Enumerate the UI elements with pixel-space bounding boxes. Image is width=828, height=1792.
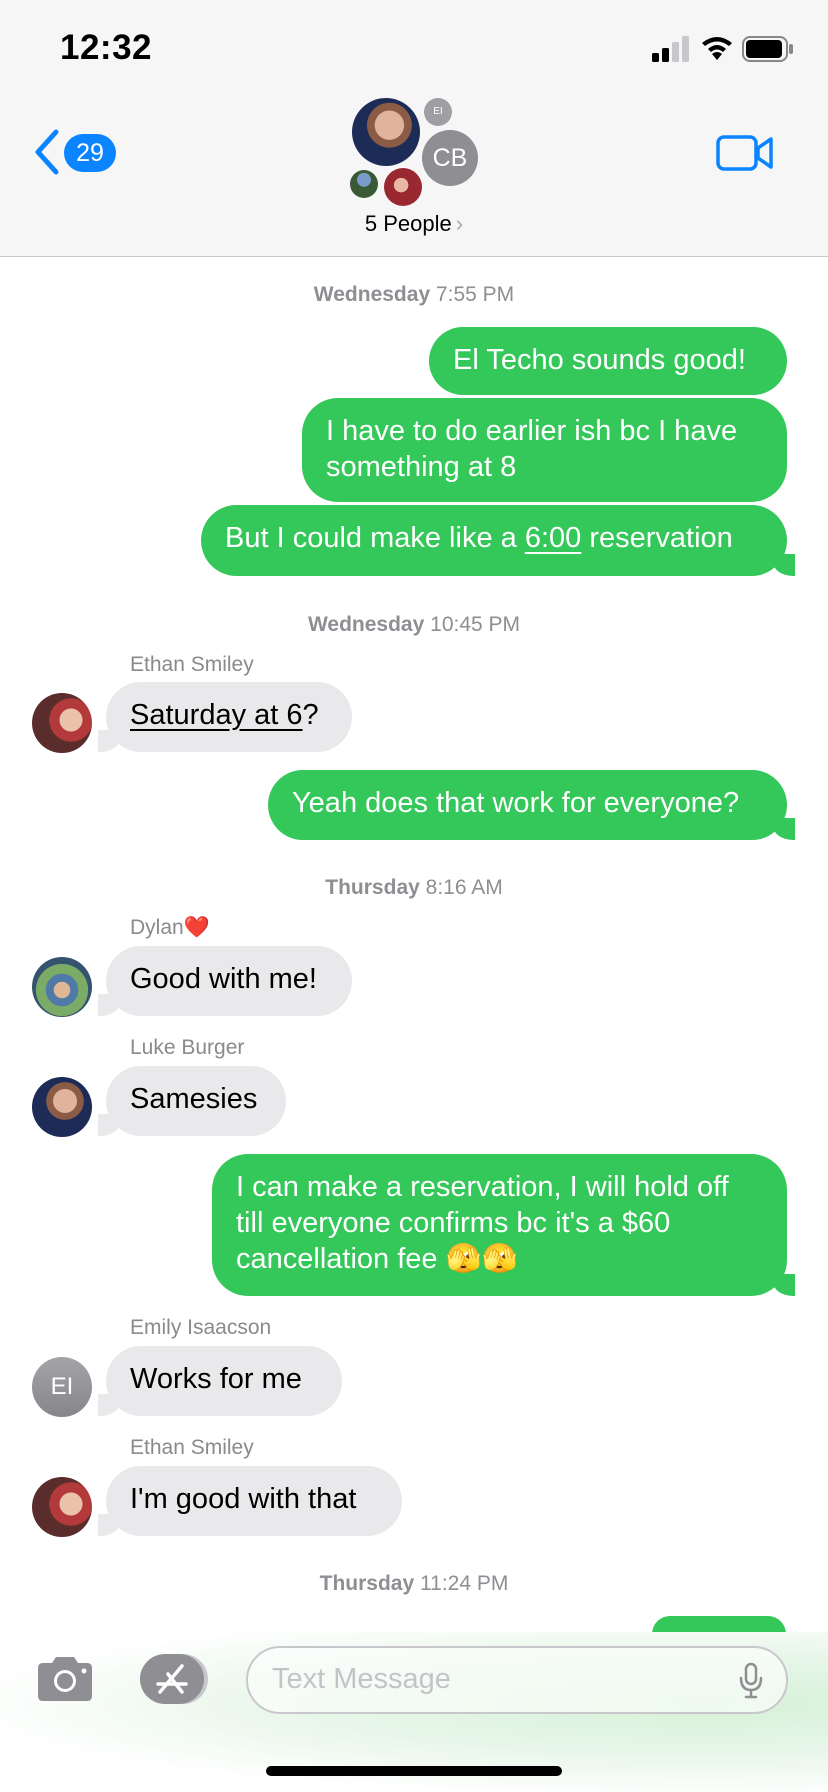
timestamp: Wednesday 10:45 PM xyxy=(307,613,521,636)
heart-emoji: ❤️ xyxy=(183,916,210,939)
video-call-icon[interactable] xyxy=(716,134,774,172)
sender-name: Ethan Smiley xyxy=(130,653,254,676)
group-name-label: 5 People xyxy=(364,211,452,236)
timestamp: Thursday 8:16 AM xyxy=(325,876,503,899)
bubble-tail xyxy=(98,1394,120,1416)
group-avatar-cb[interactable]: CB xyxy=(422,130,478,186)
timestamp: Thursday 11:24 PM xyxy=(319,1572,509,1595)
bubble-tail xyxy=(98,1514,120,1536)
message-text-line: I have to do earlier ish bc I have xyxy=(326,415,738,447)
avatar-luke-burger[interactable] xyxy=(32,1077,92,1137)
avatar-dylan[interactable] xyxy=(32,957,92,1017)
group-avatar-ei[interactable]: EI xyxy=(424,98,452,126)
group-avatar-small-1[interactable] xyxy=(350,170,378,198)
outgoing-message[interactable]: I can make a reservation, I will hold of… xyxy=(212,1154,795,1296)
message-text: El Techo sounds good! xyxy=(453,344,746,376)
message-text: reservation xyxy=(581,522,733,554)
incoming-message[interactable]: Works for me xyxy=(98,1346,342,1416)
message-text-line: something at 8 xyxy=(326,451,517,483)
group-avatar-small-2[interactable] xyxy=(384,168,422,206)
sender-name: Dylan❤️ xyxy=(130,916,210,939)
battery-icon xyxy=(742,36,793,62)
message-text: Good with me! xyxy=(130,963,317,995)
message-text: Works for me xyxy=(130,1363,302,1395)
timestamp: Wednesday 7:55 PM xyxy=(313,283,515,306)
home-indicator[interactable] xyxy=(266,1766,562,1776)
back-chevron-icon[interactable] xyxy=(30,128,64,176)
app-store-icon[interactable] xyxy=(138,1652,214,1706)
chevron-right-icon: › xyxy=(455,211,464,236)
sender-name: Ethan Smiley xyxy=(130,1436,254,1459)
time-link[interactable]: 6:00 xyxy=(525,522,581,554)
date-link[interactable]: Saturday at 6 xyxy=(130,699,303,731)
sender-name: Emily Isaacson xyxy=(130,1316,272,1339)
group-name-button[interactable]: 5 People › xyxy=(300,211,528,237)
incoming-message[interactable]: I'm good with that xyxy=(98,1466,402,1536)
incoming-message[interactable]: Saturday at 6? xyxy=(98,682,352,752)
outgoing-message[interactable]: But I could make like a 6:00 reservation xyxy=(201,505,795,576)
avatar-emily-isaacson[interactable]: EI xyxy=(32,1357,92,1417)
bubble-tail xyxy=(98,1114,120,1136)
message-text-line: cancellation fee 🫣🫣 xyxy=(236,1243,518,1275)
incoming-message[interactable]: Good with me! xyxy=(98,946,352,1016)
bubble-tail xyxy=(98,994,120,1016)
outgoing-message[interactable]: El Techo sounds good! xyxy=(429,327,787,395)
incoming-message[interactable]: Samesies xyxy=(98,1066,286,1136)
message-text: Yeah does that work for everyone? xyxy=(292,787,740,819)
microphone-icon[interactable] xyxy=(738,1662,764,1700)
unread-count-badge[interactable]: 29 xyxy=(64,134,116,172)
cellular-signal-icon xyxy=(652,36,689,62)
sender-name: Luke Burger xyxy=(130,1036,245,1059)
message-text: Samesies xyxy=(130,1083,258,1115)
avatar-ethan-smiley[interactable] xyxy=(32,1477,92,1537)
message-text-line: I can make a reservation, I will hold of… xyxy=(236,1171,729,1203)
status-time: 12:32 xyxy=(60,28,153,67)
bubble-tail xyxy=(773,818,795,840)
message-text: ? xyxy=(302,699,319,731)
bubble-tail xyxy=(773,1274,795,1296)
wifi-icon xyxy=(702,37,732,60)
outgoing-message[interactable]: Yeah does that work for everyone? xyxy=(268,770,795,840)
message-text: But I could make like a xyxy=(225,522,525,554)
message-text: I'm good with that xyxy=(130,1483,357,1515)
message-input-placeholder: Text Message xyxy=(272,1663,451,1695)
camera-icon[interactable] xyxy=(34,1654,96,1704)
bubble-tail xyxy=(98,730,120,752)
group-avatar-main[interactable] xyxy=(352,98,420,166)
outgoing-message[interactable]: I have to do earlier ish bc I have somet… xyxy=(302,398,787,502)
avatar-ethan-smiley[interactable] xyxy=(32,693,92,753)
bubble-tail xyxy=(773,554,795,576)
message-text-line: till everyone confirms bc it's a $60 xyxy=(236,1207,671,1239)
